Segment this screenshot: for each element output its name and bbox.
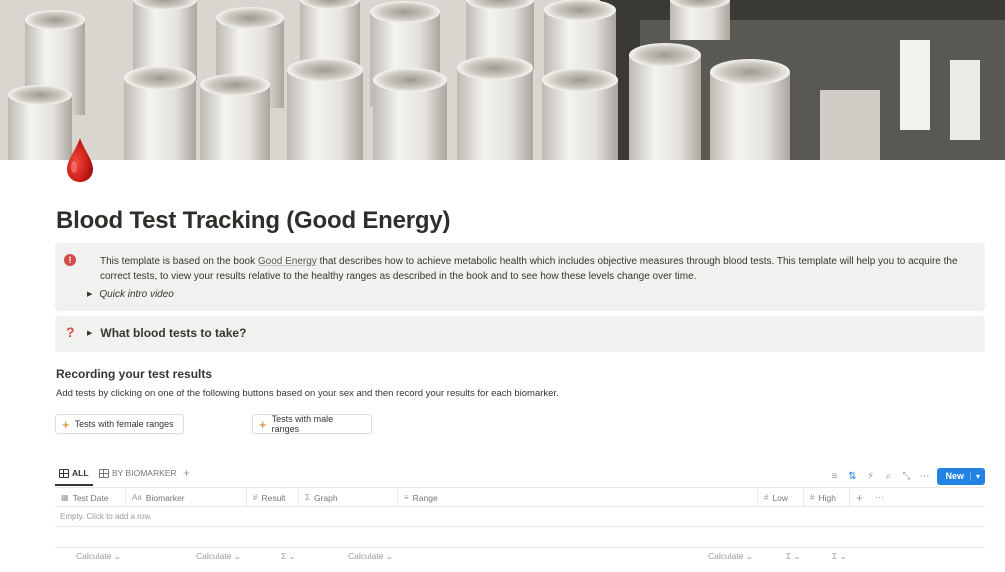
calculate-graph[interactable]: Calculate ⌄ [348, 551, 393, 562]
add-property-icon[interactable]: + [849, 488, 869, 507]
column-range[interactable]: ≡ Range [397, 488, 757, 507]
section-heading: Recording your test results [56, 367, 213, 381]
filter-icon[interactable]: ≡ [825, 471, 843, 482]
toggle-triangle-icon[interactable]: ▶ [87, 291, 92, 298]
chevron-down-icon: ⌄ [233, 551, 241, 561]
page-title[interactable]: Blood Test Tracking (Good Energy) [56, 207, 451, 235]
add-view-icon[interactable]: + [183, 466, 190, 480]
column-biomarker[interactable]: Aa Biomarker [125, 488, 247, 507]
number-icon: # [810, 493, 815, 502]
section-description: Add tests by clicking on one of the foll… [56, 388, 559, 399]
view-toolbar: ≡ ⇅ ⚡ ⌕ ⤡ ⋯ New ▾ [825, 466, 985, 486]
column-label: Result [261, 492, 286, 503]
calc-label: Calculate [348, 551, 384, 561]
chevron-down-icon: ⌄ [113, 551, 121, 561]
tab-by-biomarker-label: BY BIOMARKER [112, 468, 177, 478]
info-icon: ! [64, 254, 76, 266]
table-icon [99, 468, 109, 478]
new-button-label: New [945, 471, 964, 481]
sort-icon[interactable]: ⇅ [843, 471, 861, 482]
column-label: Biomarker [145, 492, 185, 503]
search-icon[interactable]: ⌕ [879, 471, 897, 482]
calculate-biomarker[interactable]: Calculate ⌄ [196, 551, 241, 562]
table-icon [59, 468, 69, 478]
question-icon: ? [66, 324, 75, 340]
calc-label: Calculate [76, 551, 112, 561]
sigma-icon: Σ [832, 551, 838, 561]
formula-icon: Σ [305, 493, 310, 502]
plus-icon: + [259, 416, 267, 432]
quick-intro-label: Quick intro video [99, 289, 174, 300]
intro-text-before: This template is based on the book [100, 256, 258, 267]
column-label: Test Date [72, 492, 109, 503]
what-tests-label: What blood tests to take? [100, 326, 247, 340]
tab-all-label: ALL [72, 468, 89, 478]
column-label: Range [412, 492, 438, 503]
active-tab-indicator [55, 484, 93, 486]
blood-drop-icon[interactable] [62, 136, 102, 184]
number-icon: # [764, 493, 769, 502]
column-result[interactable]: # Result [246, 488, 298, 507]
row-divider [55, 526, 985, 527]
list-icon: ≡ [404, 493, 409, 502]
tab-all[interactable]: ALL [59, 468, 89, 478]
calculate-range[interactable]: Calculate ⌄ [708, 551, 753, 562]
female-button-label: Tests with female ranges [74, 419, 174, 429]
plus-icon: + [62, 416, 70, 432]
add-male-tests-button[interactable]: + Tests with male ranges [252, 414, 372, 434]
quick-intro-toggle[interactable]: ▶ Quick intro video [87, 289, 174, 300]
intro-callout-text[interactable]: This template is based on the book Good … [100, 254, 973, 284]
sigma-icon: Σ [786, 551, 792, 561]
chevron-down-icon: ⌄ [385, 551, 393, 561]
calc-label: Calculate [196, 551, 232, 561]
chevron-down-icon: ⌄ [745, 551, 753, 561]
expand-icon[interactable]: ⤡ [897, 471, 915, 482]
chevron-down-icon: ⌄ [839, 551, 847, 561]
column-test-date[interactable]: ▦ Test Date [55, 488, 125, 507]
number-icon: # [253, 493, 258, 502]
column-low[interactable]: # Low [757, 488, 803, 507]
text-icon: Aa [132, 493, 142, 502]
what-tests-toggle[interactable]: ▶ What blood tests to take? [87, 326, 246, 340]
toggle-triangle-icon[interactable]: ▶ [87, 330, 92, 337]
calculate-high[interactable]: Σ ⌄ [832, 551, 847, 562]
calc-label: Calculate [708, 551, 744, 561]
tests-callout: ? ▶ What blood tests to take? [55, 316, 985, 352]
calc-divider [55, 547, 985, 548]
column-label: High [818, 492, 836, 503]
chevron-down-icon[interactable]: ▾ [969, 471, 985, 481]
column-high[interactable]: # High [803, 488, 849, 507]
calendar-icon: ▦ [61, 493, 69, 502]
more-options-icon[interactable]: ⋯ [915, 471, 933, 482]
table-header: ▦ Test Date Aa Biomarker # Result Σ Graph ≡ R… [55, 488, 985, 507]
add-female-tests-button[interactable]: + Tests with female ranges [55, 414, 184, 434]
column-label: Low [772, 492, 789, 503]
good-energy-link[interactable]: Good Energy [258, 256, 317, 267]
column-graph[interactable]: Σ Graph [298, 488, 397, 507]
male-button-label: Tests with male ranges [271, 414, 334, 434]
calculate-test-date[interactable]: Calculate ⌄ [76, 551, 121, 562]
new-record-button[interactable]: New ▾ [937, 467, 985, 485]
more-columns-icon[interactable]: ⋯ [869, 488, 893, 507]
column-label: Graph [313, 492, 338, 503]
chevron-down-icon: ⌄ [793, 551, 801, 561]
chevron-down-icon: ⌄ [288, 551, 296, 561]
intro-callout: ! This template is based on the book Goo… [55, 243, 985, 311]
database-view-bar: ALL BY BIOMARKER + ≡ ⇅ ⚡ ⌕ ⤡ ⋯ New ▾ [55, 466, 985, 486]
calculate-low[interactable]: Σ ⌄ [786, 551, 801, 562]
calculate-result[interactable]: Σ ⌄ [281, 551, 296, 562]
sigma-icon: Σ [281, 551, 287, 561]
empty-table-message[interactable]: Empty. Click to add a row. [60, 512, 152, 521]
automation-lightning-icon[interactable]: ⚡ [861, 471, 879, 482]
cover-image[interactable] [0, 0, 1005, 160]
tab-by-biomarker[interactable]: BY BIOMARKER [99, 468, 177, 478]
